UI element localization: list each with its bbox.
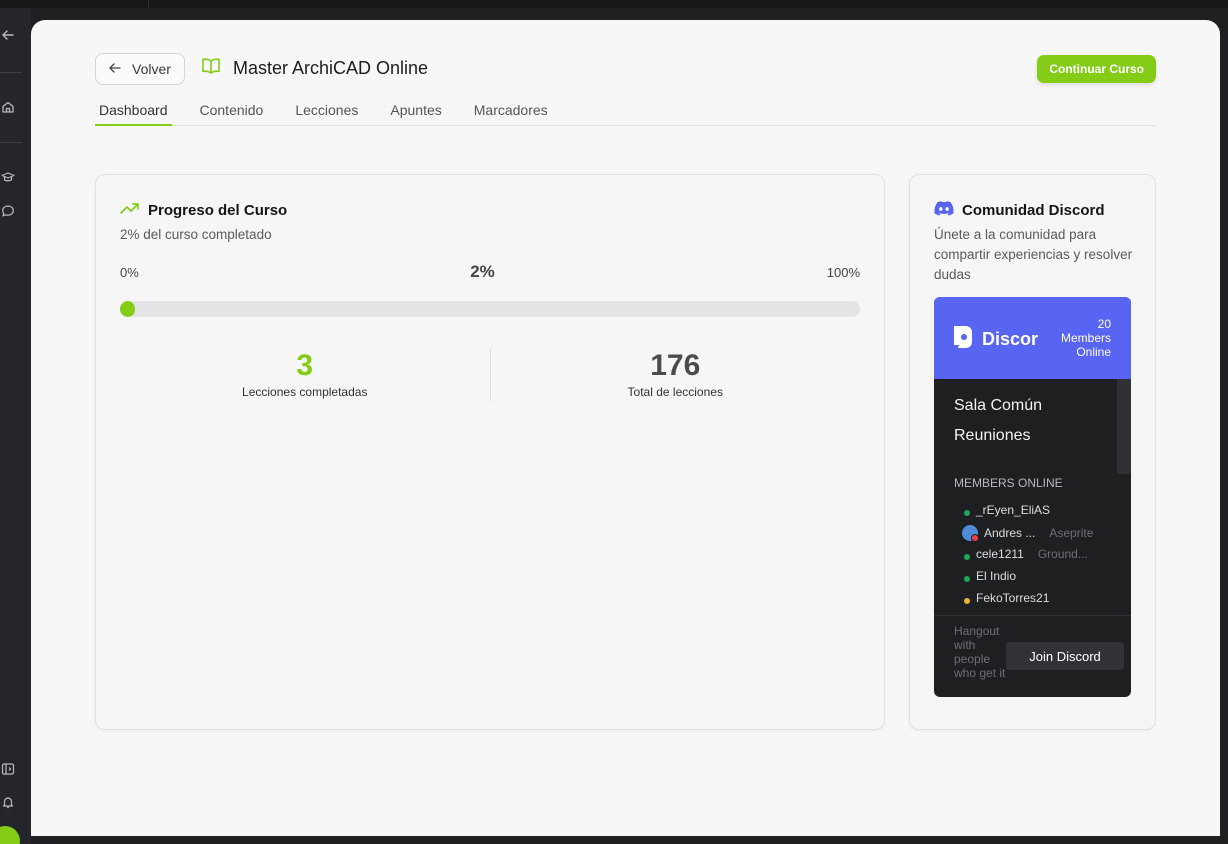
members-online-header: MEMBERS ONLINE — [954, 476, 1063, 490]
member-item[interactable]: cele1211 Ground... — [964, 547, 1088, 561]
online-status-dot — [964, 554, 970, 560]
discord-card-header: Comunidad Discord — [934, 201, 1105, 220]
channel-item[interactable]: Reuniones — [954, 427, 1031, 445]
total-lessons-label: Total de lecciones — [627, 385, 723, 399]
window-top-bar — [0, 0, 1228, 8]
back-button-label: Volver — [132, 61, 171, 77]
discord-icon — [952, 325, 974, 354]
progress-stats: 3 Lecciones completadas 176 Total de lec… — [120, 349, 860, 401]
progress-bar-fill — [120, 301, 135, 317]
discord-icon — [934, 201, 954, 220]
discord-card: Comunidad Discord Únete a la comunidad p… — [909, 174, 1156, 730]
join-discord-button[interactable]: Join Discord — [1006, 642, 1124, 670]
channel-item[interactable]: Sala Común — [954, 397, 1042, 415]
left-rail — [0, 8, 31, 844]
member-item[interactable]: FekoTorres21 — [964, 591, 1049, 605]
progress-scale: 0% 2% 100% — [120, 262, 860, 285]
browser-tab-strip — [148, 0, 1228, 8]
completed-lessons-count: 3 — [296, 349, 314, 382]
tab-apuntes[interactable]: Apuntes — [386, 98, 445, 126]
chat-bubble-icon[interactable] — [0, 203, 16, 219]
member-activity: Aseprite — [1049, 526, 1094, 540]
progress-bar — [120, 301, 860, 317]
progress-card: Progreso del Curso 2% del curso completa… — [95, 174, 885, 730]
discord-tagline: Hangout with people who get it — [954, 624, 1006, 680]
user-avatar[interactable] — [0, 826, 20, 844]
members-count-text-2: Online — [1076, 345, 1111, 359]
arrow-left-icon[interactable] — [0, 27, 16, 43]
arrow-left-icon — [108, 61, 122, 78]
course-tabs: Dashboard Contenido Lecciones Apuntes Ma… — [95, 98, 1156, 126]
open-book-icon — [201, 57, 221, 80]
online-status-dot — [964, 576, 970, 582]
idle-status-dot — [964, 598, 970, 604]
discord-widget-footer: Hangout with people who get it Join Disc… — [934, 615, 1131, 697]
rail-divider — [0, 142, 22, 143]
trending-up-icon — [120, 201, 140, 219]
member-name: cele1211 — [976, 547, 1024, 561]
member-name: FekoTorres21 — [976, 591, 1050, 605]
progress-card-header: Progreso del Curso — [120, 201, 287, 219]
discord-widget-logo: Discor — [952, 325, 1038, 354]
tab-dashboard[interactable]: Dashboard — [95, 98, 172, 126]
sidebar-toggle-icon[interactable] — [0, 761, 16, 777]
member-item[interactable]: Andres ... Aseprite — [962, 525, 1094, 542]
discord-brand-text: Discor — [982, 329, 1039, 349]
widget-scrollbar[interactable] — [1117, 379, 1131, 474]
home-icon[interactable] — [0, 99, 16, 115]
tab-marcadores[interactable]: Marcadores — [470, 98, 552, 126]
back-button[interactable]: Volver — [95, 53, 185, 85]
member-item[interactable]: El Indio — [964, 569, 1016, 583]
continue-course-button[interactable]: Continuar Curso — [1037, 55, 1156, 83]
member-activity: Ground... — [1037, 547, 1088, 561]
members-count-text-1: Members — [1060, 331, 1111, 345]
discord-description: Únete a la comunidad para compartir expe… — [934, 227, 1133, 282]
discord-card-title: Comunidad Discord — [962, 202, 1105, 219]
total-lessons-count: 176 — [650, 349, 701, 382]
progress-subtitle: 2% del curso completado — [120, 227, 272, 242]
member-item[interactable]: _rEyen_EliAS — [964, 503, 1050, 517]
member-name: El Indio — [976, 569, 1017, 583]
bell-icon[interactable] — [0, 794, 16, 810]
progress-max-label: 100% — [826, 265, 860, 280]
discord-widget-header: Discor 20 Members Online — [934, 297, 1131, 379]
online-status-dot — [964, 510, 970, 516]
progress-card-title: Progreso del Curso — [148, 201, 288, 219]
members-count-number: 20 — [1097, 317, 1111, 331]
tab-lecciones[interactable]: Lecciones — [291, 98, 362, 126]
page-title: Master ArchiCAD Online — [233, 58, 429, 78]
stat-total: 176 Total de lecciones — [489, 349, 861, 401]
member-name: Andres ... — [984, 526, 1036, 540]
rail-divider — [0, 72, 22, 73]
tab-contenido[interactable]: Contenido — [196, 98, 268, 126]
completed-lessons-label: Lecciones completadas — [242, 385, 368, 399]
main-panel: Volver Master ArchiCAD Online Continuar … — [31, 20, 1220, 836]
progress-current-label: 2% — [470, 262, 495, 281]
course-header: Master ArchiCAD Online — [201, 57, 428, 80]
discord-widget: Discor 20 Members Online Sala Común Reun… — [934, 297, 1131, 697]
discord-members-count: 20 Members Online — [1061, 317, 1111, 359]
stat-completed: 3 Lecciones completadas — [120, 349, 490, 401]
graduation-cap-icon[interactable] — [0, 169, 16, 185]
member-name: _rEyen_EliAS — [976, 503, 1051, 517]
member-avatar — [962, 525, 979, 542]
